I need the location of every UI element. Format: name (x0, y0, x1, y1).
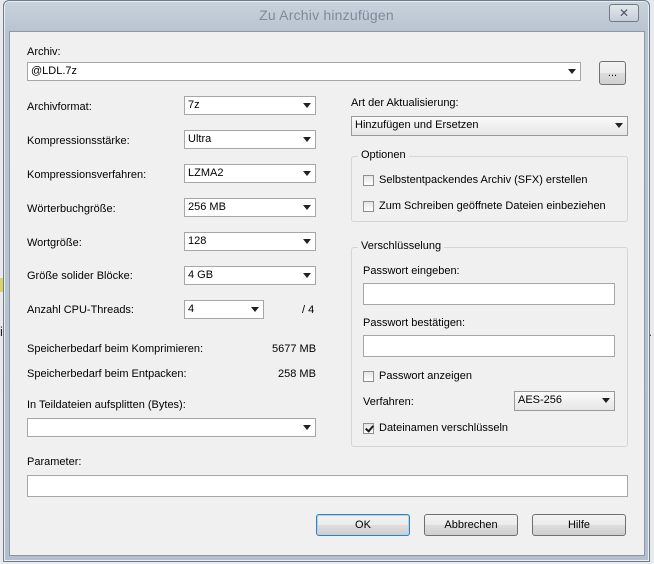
level-label: Kompressionsstärke: (27, 135, 130, 147)
help-button[interactable]: Hilfe (532, 514, 626, 536)
shared-files-checkbox-box[interactable] (363, 200, 374, 212)
encryption-method-value: AES-256 (518, 394, 563, 406)
method-value: LZMA2 (188, 167, 224, 179)
level-select[interactable]: Ultra (184, 130, 316, 149)
options-group-title: Optionen (358, 149, 409, 161)
solid-label: Größe solider Blöcke: (27, 270, 133, 282)
cancel-button[interactable]: Abbrechen (424, 514, 518, 536)
parameters-input[interactable] (27, 475, 628, 497)
solid-value: 4 GB (188, 269, 214, 281)
sfx-checkbox[interactable]: Selbstentpackendes Archiv (SFX) erstelle… (363, 174, 588, 186)
dict-label: Wörterbuchgröße: (27, 203, 116, 215)
chevron-down-icon[interactable] (302, 169, 312, 178)
solid-select[interactable]: 4 GB (184, 266, 316, 285)
window-title: Zu Archiv hinzufügen (259, 7, 394, 23)
update-select[interactable]: Hinzufügen und Ersetzen (351, 116, 628, 136)
ok-button[interactable]: OK (316, 514, 410, 536)
confirm-password-label: Passwort bestätigen: (363, 317, 466, 329)
confirm-password-input[interactable] (363, 335, 615, 357)
chevron-down-icon[interactable] (302, 203, 312, 212)
chevron-down-icon[interactable] (302, 423, 312, 432)
encrypt-filenames-checkbox-label: Dateinamen verschlüsseln (379, 422, 509, 434)
threads-select[interactable]: 4 (184, 300, 264, 319)
show-password-checkbox-label: Passwort anzeigen (379, 370, 472, 382)
sfx-checkbox-label: Selbstentpackendes Archiv (SFX) erstelle… (379, 174, 588, 186)
add-to-archive-dialog: Zu Archiv hinzufügen ✕ Archiv: @LDL.7z .… (3, 0, 650, 562)
chevron-down-icon[interactable] (302, 237, 312, 246)
mem-compress-label: Speicherbedarf beim Komprimieren: (27, 343, 204, 355)
show-password-checkbox-box[interactable] (363, 370, 374, 382)
chevron-down-icon[interactable] (614, 121, 624, 130)
mem-decompress-label: Speicherbedarf beim Entpacken: (27, 368, 187, 380)
level-value: Ultra (188, 133, 212, 145)
format-value: 7z (188, 99, 200, 111)
sfx-checkbox-box[interactable] (363, 174, 374, 186)
chevron-down-icon[interactable] (302, 135, 312, 144)
format-select[interactable]: 7z (184, 96, 316, 115)
encryption-group-title: Verschlüsselung (358, 240, 445, 252)
chevron-down-icon[interactable] (250, 305, 260, 314)
method-label: Kompressionsverfahren: (27, 169, 147, 181)
archive-label: Archiv: (27, 46, 61, 58)
archive-path-value: @LDL.7z (31, 65, 78, 77)
method-select[interactable]: LZMA2 (184, 164, 316, 183)
dict-select[interactable]: 256 MB (184, 198, 316, 217)
mem-compress-value: 5677 MB (272, 343, 317, 355)
threads-label: Anzahl CPU-Threads: (27, 304, 134, 316)
dict-value: 256 MB (188, 201, 226, 213)
dialog-client-area: Archiv: @LDL.7z ... Archivformat: 7z Kom… (9, 31, 645, 556)
close-icon: ✕ (618, 6, 630, 20)
shared-files-checkbox-label: Zum Schreiben geöffnete Dateien einbezie… (379, 200, 606, 212)
parameters-label: Parameter: (27, 456, 82, 468)
password-input[interactable] (363, 283, 615, 305)
update-label: Art der Aktualisierung: (351, 97, 459, 109)
archive-path-combo[interactable]: @LDL.7z (27, 62, 581, 81)
chevron-down-icon[interactable] (302, 101, 312, 110)
split-label: In Teildateien aufsplitten (Bytes): (27, 399, 186, 411)
password-label: Passwort eingeben: (363, 265, 460, 277)
word-label: Wortgröße: (27, 237, 82, 249)
threads-value: 4 (188, 303, 195, 315)
options-group: Optionen (351, 149, 628, 222)
word-value: 128 (188, 235, 207, 247)
browse-button[interactable]: ... (599, 61, 626, 85)
chevron-down-icon[interactable] (567, 67, 577, 76)
chevron-down-icon[interactable] (302, 271, 312, 280)
close-button[interactable]: ✕ (609, 4, 639, 22)
title-bar[interactable]: Zu Archiv hinzufügen ✕ (4, 1, 649, 29)
encrypt-filenames-checkbox[interactable]: Dateinamen verschlüsseln (363, 422, 508, 434)
threads-max: / 4 (302, 304, 315, 316)
shared-files-checkbox[interactable]: Zum Schreiben geöffnete Dateien einbezie… (363, 200, 606, 212)
format-label: Archivformat: (27, 101, 92, 113)
encrypt-filenames-checkbox-box[interactable] (363, 422, 374, 434)
encryption-method-select[interactable]: AES-256 (514, 391, 615, 411)
word-select[interactable]: 128 (184, 232, 316, 251)
split-combo[interactable] (27, 418, 316, 437)
mem-decompress-value: 258 MB (278, 368, 316, 380)
encryption-method-label: Verfahren: (363, 396, 414, 408)
chevron-down-icon[interactable] (601, 396, 611, 405)
show-password-checkbox[interactable]: Passwort anzeigen (363, 370, 472, 382)
update-value: Hinzufügen und Ersetzen (355, 119, 479, 131)
